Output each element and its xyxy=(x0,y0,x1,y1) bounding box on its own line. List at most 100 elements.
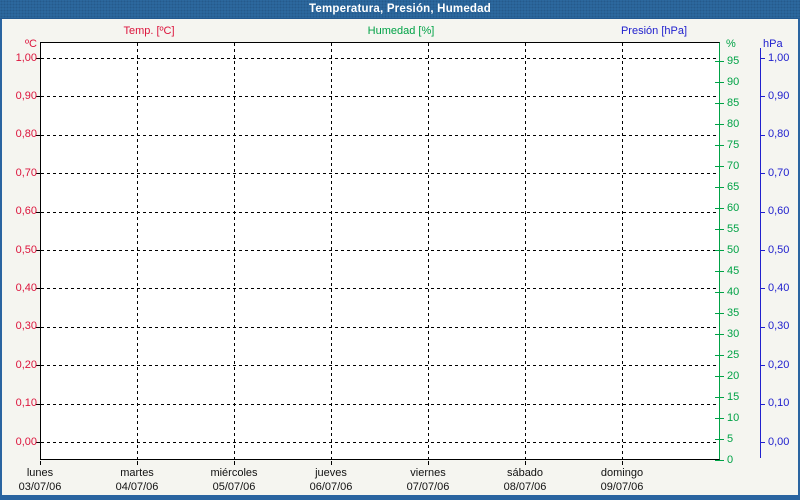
pressure-tick-label: 0,30 xyxy=(768,320,790,333)
day-tick-mark xyxy=(525,461,526,465)
day-name-label: martes xyxy=(120,467,154,479)
pressure-tick-label: 0,20 xyxy=(768,358,790,371)
day-date-label: 07/07/06 xyxy=(406,481,450,493)
pressure-tick-label: 0,80 xyxy=(768,128,790,141)
window-border-left xyxy=(0,0,2,500)
temp-axis-unit: ºC xyxy=(25,38,37,50)
pressure-tick-mark xyxy=(760,96,765,98)
humidity-tick-label: 90 xyxy=(727,75,740,88)
temp-tick-label: 0,20 xyxy=(15,358,37,371)
temp-tick-label: 0,50 xyxy=(15,243,37,256)
legend-humidity: Humedad [%] xyxy=(367,25,435,37)
humidity-tick-mark xyxy=(715,439,724,440)
day-name-label: sábado xyxy=(506,467,544,479)
pressure-axis-unit: hPa xyxy=(763,38,783,50)
day-tick-mark xyxy=(40,461,41,465)
h-gridline xyxy=(41,250,719,251)
day-date-label: 05/07/06 xyxy=(212,481,256,493)
h-gridline xyxy=(41,211,719,213)
humidity-tick-label: 0 xyxy=(727,453,734,466)
humidity-tick-mark xyxy=(715,187,724,188)
humidity-tick-mark xyxy=(715,418,724,419)
temp-tick-label: 0,40 xyxy=(15,281,37,294)
temp-tick-label: 0,70 xyxy=(15,166,37,179)
pressure-tick-label: 1,00 xyxy=(768,51,790,64)
humidity-tick-label: 40 xyxy=(727,285,740,298)
chart-window: Temperatura, Presión, Humedad Temp. [ºC]… xyxy=(0,0,800,500)
title-bar: Temperatura, Presión, Humedad xyxy=(0,0,800,19)
humidity-tick-mark xyxy=(715,355,724,356)
humidity-tick-label: 80 xyxy=(727,117,740,130)
h-gridline xyxy=(41,326,719,328)
humidity-tick-label: 70 xyxy=(727,159,740,172)
humidity-tick-mark xyxy=(715,229,724,230)
pressure-tick-label: 0,40 xyxy=(768,281,790,294)
humidity-tick-label: 35 xyxy=(727,306,740,319)
legend-pressure: Presión [hPa] xyxy=(620,25,688,37)
humidity-tick-mark xyxy=(715,397,724,398)
day-name-label: viernes xyxy=(410,467,446,479)
humidity-tick-mark xyxy=(715,376,724,377)
humidity-tick-mark xyxy=(715,292,724,293)
pressure-tick-mark xyxy=(760,288,765,290)
temp-tick-label: 0,60 xyxy=(15,205,37,218)
humidity-tick-mark xyxy=(715,334,724,335)
pressure-tick-label: 0,10 xyxy=(768,397,790,410)
humidity-tick-mark xyxy=(715,145,724,146)
day-tick-mark xyxy=(331,461,332,465)
humidity-tick-label: 25 xyxy=(727,348,740,361)
day-gridline xyxy=(622,43,623,460)
day-gridline xyxy=(428,43,429,460)
day-name-label: miércoles xyxy=(210,467,258,479)
day-date-label: 06/07/06 xyxy=(309,481,353,493)
pressure-tick-mark xyxy=(760,173,765,175)
pressure-tick-label: 0,50 xyxy=(768,243,790,256)
humidity-tick-mark xyxy=(715,313,724,314)
day-gridline xyxy=(525,43,526,460)
pressure-tick-mark xyxy=(760,211,765,213)
day-gridline xyxy=(137,43,138,460)
humidity-tick-label: 20 xyxy=(727,369,740,382)
day-tick-mark xyxy=(137,461,138,465)
pressure-tick-mark xyxy=(760,250,765,251)
humidity-tick-label: 85 xyxy=(727,96,740,109)
humidity-tick-label: 95 xyxy=(727,54,740,67)
humidity-tick-label: 10 xyxy=(727,411,740,424)
humidity-tick-mark xyxy=(715,82,724,83)
h-gridline xyxy=(41,442,719,443)
h-gridline xyxy=(41,58,719,59)
humidity-tick-mark xyxy=(715,271,724,272)
humidity-axis-unit: % xyxy=(726,38,736,50)
h-gridline xyxy=(41,403,719,405)
h-gridline xyxy=(41,365,719,367)
day-date-label: 03/07/06 xyxy=(18,481,62,493)
day-tick-mark xyxy=(622,461,623,465)
window-border-bottom xyxy=(0,495,800,500)
pressure-tick-mark xyxy=(760,403,765,405)
pressure-tick-label: 0,90 xyxy=(768,89,790,102)
day-gridline xyxy=(331,43,332,460)
humidity-tick-mark xyxy=(715,124,724,125)
temp-tick-label: 0,30 xyxy=(15,320,37,333)
pressure-axis-line xyxy=(760,48,761,458)
day-date-label: 09/07/06 xyxy=(600,481,644,493)
humidity-tick-mark xyxy=(715,250,724,251)
pressure-tick-mark xyxy=(760,134,765,136)
h-gridline xyxy=(41,288,719,290)
humidity-tick-mark xyxy=(715,103,724,104)
humidity-tick-label: 55 xyxy=(727,222,740,235)
pressure-tick-label: 0,70 xyxy=(768,166,790,179)
humidity-tick-mark xyxy=(715,166,724,167)
pressure-tick-mark xyxy=(760,58,765,59)
humidity-tick-mark xyxy=(715,61,724,62)
pressure-tick-mark xyxy=(760,442,765,443)
humidity-tick-label: 15 xyxy=(727,390,740,403)
humidity-tick-label: 5 xyxy=(727,432,734,445)
day-name-label: domingo xyxy=(600,467,644,479)
day-tick-mark xyxy=(234,461,235,465)
day-name-label: lunes xyxy=(26,467,54,479)
pressure-tick-label: 0,00 xyxy=(768,435,790,448)
temp-tick-label: 0,10 xyxy=(15,397,37,410)
pressure-tick-mark xyxy=(760,326,765,328)
day-tick-mark xyxy=(428,461,429,465)
